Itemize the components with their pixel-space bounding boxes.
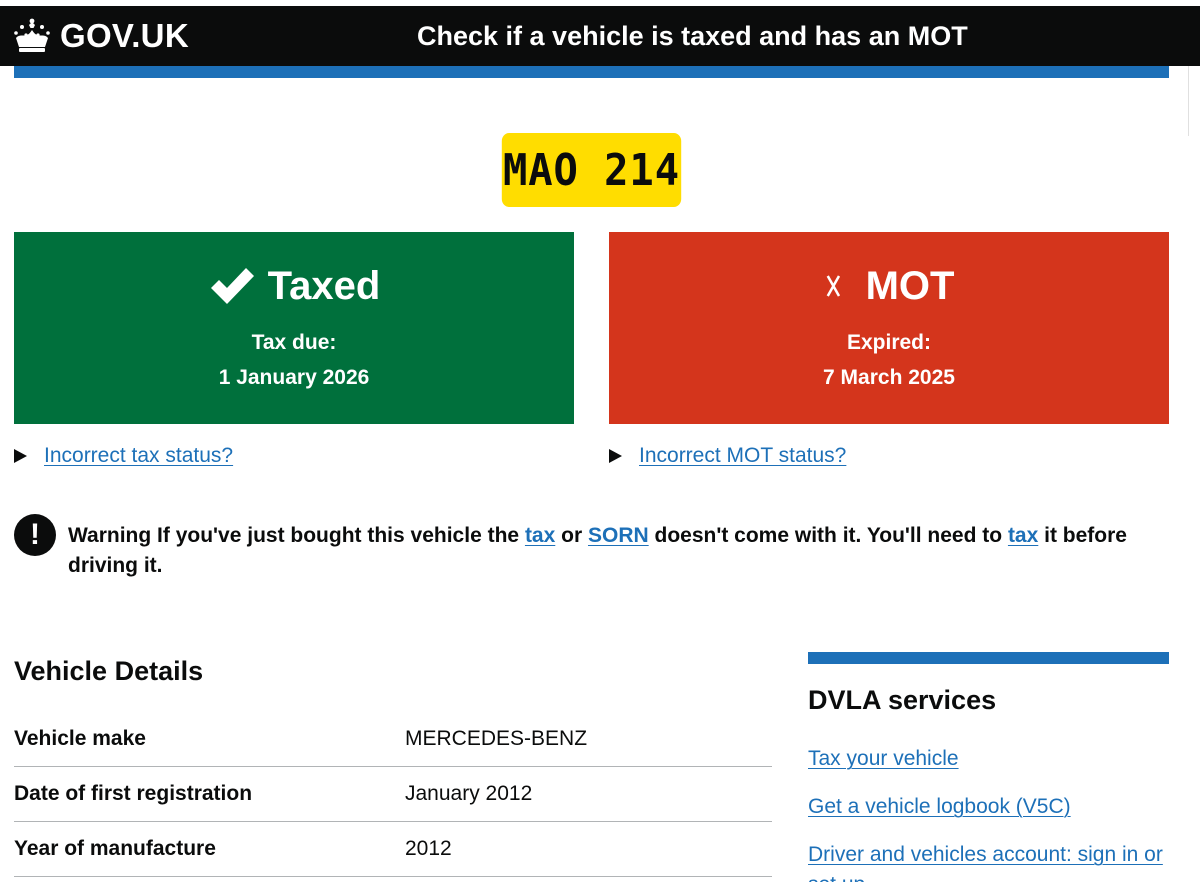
mot-expired-label: Expired: [846,331,932,354]
first-registration-value: January 2012 [405,782,533,805]
incorrect-mot-status-toggle[interactable]: Incorrect MOT status? [609,444,846,468]
service-name-link[interactable]: Check if a vehicle is taxed and has an M… [417,18,968,54]
vehicle-details-list: Vehicle make MERCEDES-BENZ Date of first… [14,712,772,877]
govuk-header: GOV.UK Check if a vehicle is taxed and h… [0,6,1200,66]
incorrect-mot-status-link[interactable]: Incorrect MOT status? [639,444,846,468]
exclamation-icon: ! [14,514,56,556]
triangle-right-icon [609,449,622,463]
incorrect-tax-status-link[interactable]: Incorrect tax status? [44,444,233,468]
mot-status-panel: MOT Expired: 7 March 2025 [609,232,1169,424]
govuk-logo-link[interactable]: GOV.UK [12,14,189,58]
table-row: Date of first registration January 2012 [14,767,772,822]
tax-due-label: Tax due: [251,331,337,354]
tax-status-title: Taxed [267,263,381,308]
vehicle-make-key: Vehicle make [14,727,146,750]
table-row: Vehicle make MERCEDES-BENZ [14,712,772,767]
cross-icon [826,275,840,297]
sorn-link[interactable]: SORN [588,524,649,547]
vehicle-make-value: MERCEDES-BENZ [405,727,588,750]
mot-status-title: MOT [865,263,955,308]
tax-status-heading: Taxed [14,264,574,308]
year-of-manufacture-key: Year of manufacture [14,837,216,860]
warning-prefix: Warning If you've just bought this vehic… [68,524,520,547]
crown-icon [14,18,50,52]
check-icon [210,268,254,304]
mot-status-heading: MOT [609,264,1169,308]
dvla-services-blue-bar [808,652,1169,664]
tax-link[interactable]: tax [525,524,555,547]
tax-due-date: 1 January 2026 [218,366,370,389]
incorrect-tax-status-toggle[interactable]: Incorrect tax status? [14,444,233,468]
dvla-services-heading: DVLA services [808,685,997,715]
header-blue-bar [14,66,1169,78]
govuk-logo-text: GOV.UK [60,17,189,54]
dvla-services-links: Tax your vehicle Get a vehicle logbook (… [808,744,1169,882]
get-logbook-link[interactable]: Get a vehicle logbook (V5C) [808,792,1169,822]
first-registration-key: Date of first registration [14,782,253,805]
warning-middle: doesn't come with it. You'll need to [654,524,1003,547]
registration-plate: MAO 214 [501,133,682,207]
tax-link-2[interactable]: tax [1008,524,1038,547]
table-row: Year of manufacture 2012 [14,822,772,877]
tax-your-vehicle-link[interactable]: Tax your vehicle [808,744,1169,774]
warning-message: Warning If you've just bought this vehic… [68,521,1168,581]
year-of-manufacture-value: 2012 [405,837,452,860]
triangle-right-icon [14,449,27,463]
scrollbar[interactable] [1188,66,1200,136]
warning-or: or [561,524,583,547]
mot-expired-date: 7 March 2025 [823,366,955,389]
tax-status-panel: Taxed Tax due: 1 January 2026 [14,232,574,424]
vehicle-details-heading: Vehicle Details [14,656,204,686]
driver-account-link[interactable]: Driver and vehicles account: sign in or … [808,840,1169,882]
